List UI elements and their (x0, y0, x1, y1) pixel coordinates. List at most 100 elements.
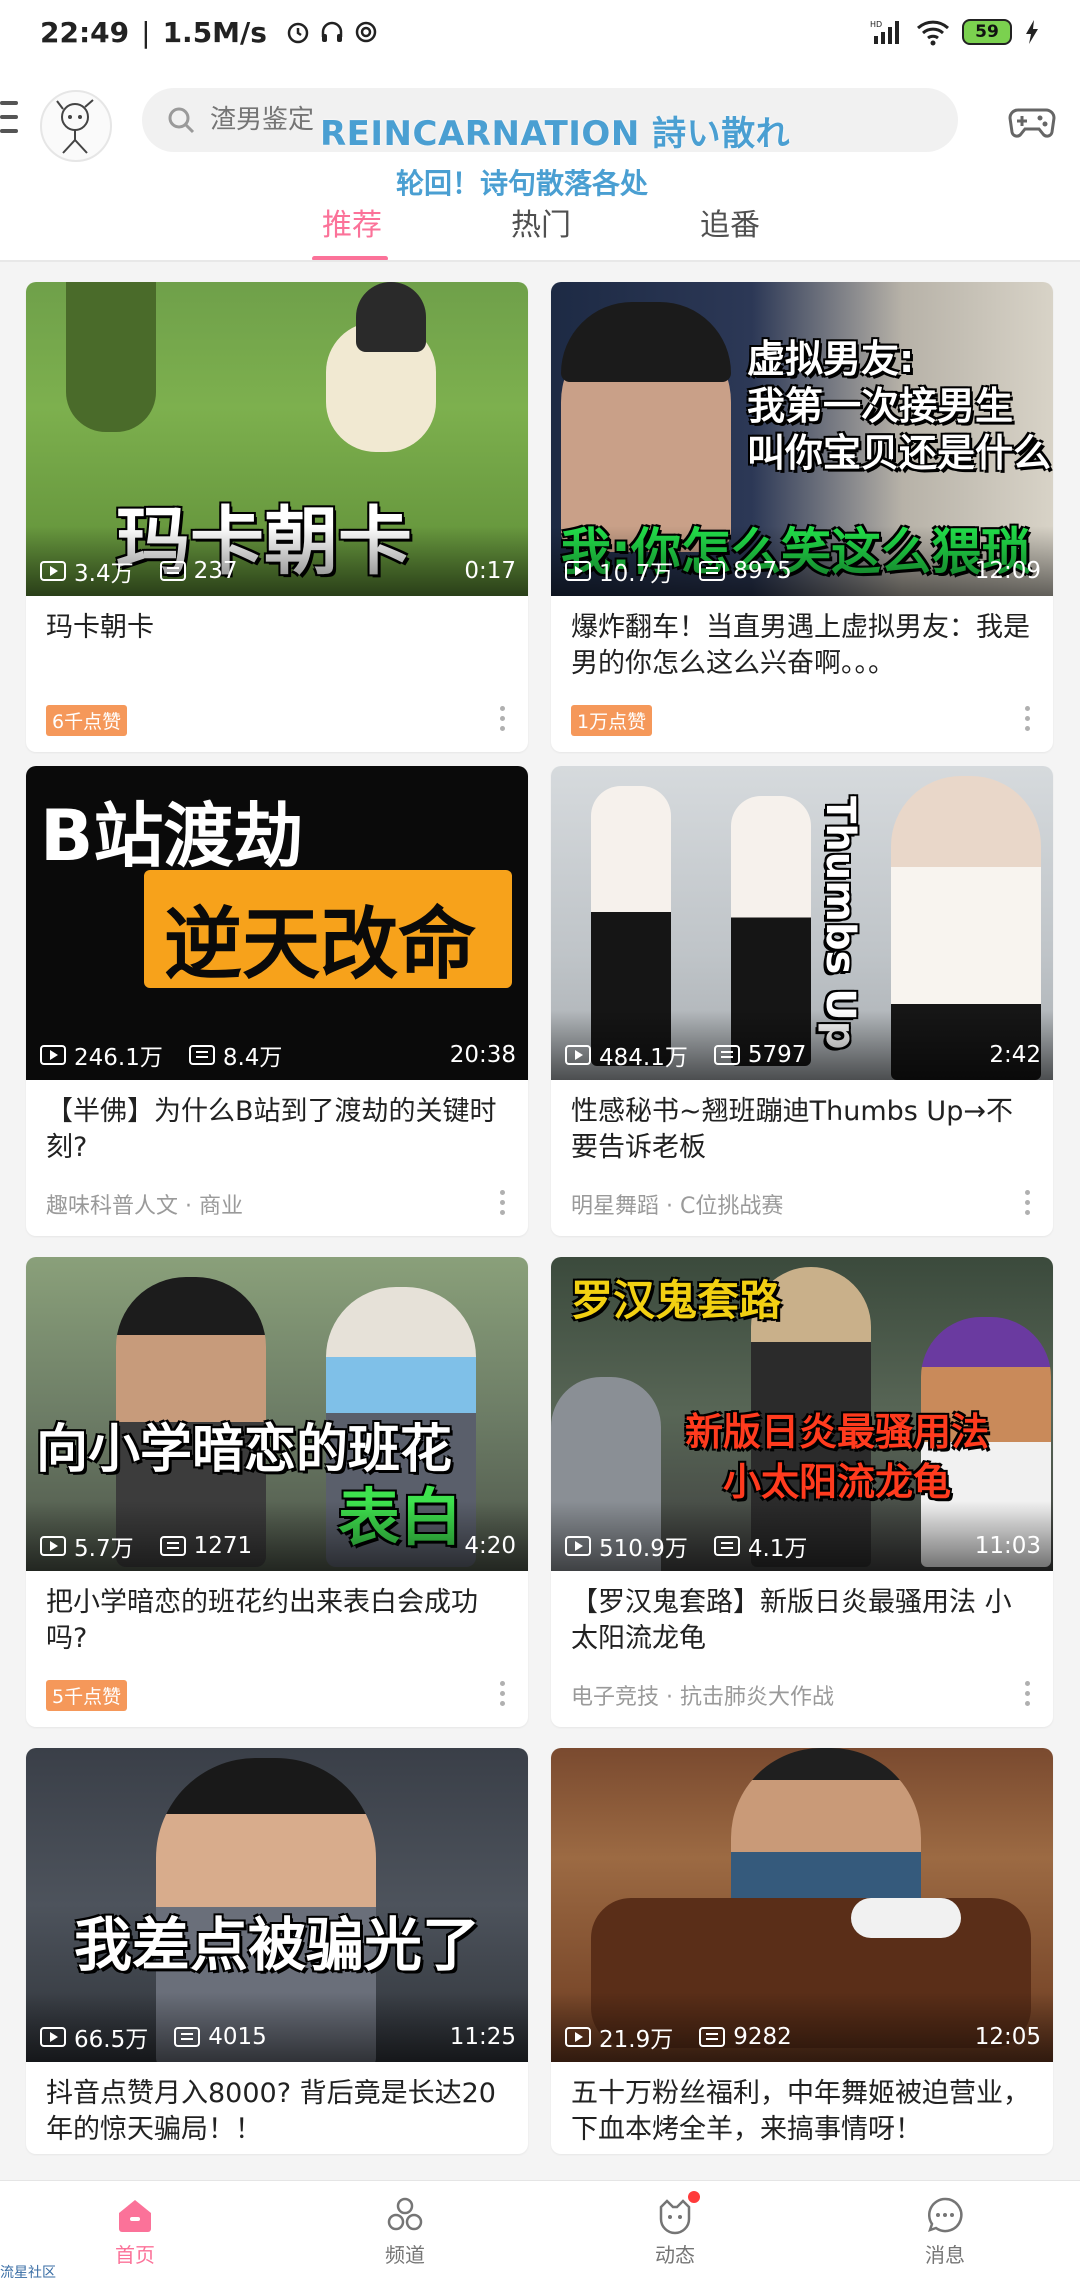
menu-icon[interactable] (0, 101, 20, 135)
video-card[interactable]: 我差点被骗光了 66.5万 4015 11:25 抖音点赞月入8000? 背后竟… (26, 1748, 528, 2154)
video-card[interactable]: 玛卡朝卡 3.4万 237 0:17 玛卡朝卡 6千点赞 (26, 282, 528, 752)
more-options-icon[interactable] (500, 1681, 506, 1709)
video-title[interactable]: 【罗汉鬼套路】新版日炎最骚用法 小太阳流龙龟 (551, 1571, 1053, 1663)
video-category[interactable]: 电子竞技 · 抗击肺炎大作战 (571, 1679, 834, 1711)
thumb-person-hair (561, 302, 731, 382)
video-title[interactable]: 玛卡朝卡 (26, 596, 528, 688)
video-thumbnail[interactable]: 21.9万 9282 12:05 (551, 1748, 1053, 2062)
status-separator: | (141, 15, 151, 49)
thumb-tree (66, 282, 156, 432)
video-thumbnail[interactable]: 我差点被骗光了 66.5万 4015 11:25 (26, 1748, 528, 2062)
video-category[interactable]: 明星舞蹈 · C位挑战赛 (571, 1188, 783, 1220)
video-title[interactable]: 抖音点赞月入8000? 背后竟是长达20年的惊天骗局！！ (26, 2062, 528, 2154)
video-thumbnail[interactable]: Thumbs Up 484.1万 5797 2:42 (551, 766, 1053, 1080)
more-options-icon[interactable] (1025, 1190, 1031, 1218)
like-badge: 1万点赞 (571, 704, 653, 736)
nav-channel[interactable]: 频道 (270, 2181, 540, 2280)
play-count-icon (40, 1045, 66, 1065)
tab-follow-anime[interactable]: 追番 (700, 200, 760, 244)
avatar[interactable] (40, 90, 112, 162)
tab-hot[interactable]: 热门 (511, 200, 571, 244)
nav-message[interactable]: 消息 (810, 2181, 1080, 2280)
tab-recommend[interactable]: 推荐 (322, 200, 382, 244)
danmaku-count: 237 (193, 558, 238, 584)
video-title[interactable]: 把小学暗恋的班花约出来表白会成功吗? (26, 1571, 528, 1663)
nav-message-label: 消息 (925, 2243, 965, 2267)
more-options-icon[interactable] (500, 1190, 506, 1218)
thumb-caption: 罗汉鬼套路 (571, 1276, 782, 1325)
video-title[interactable]: 爆炸翻车！当直男遇上虚拟男友：我是男的你怎么这么兴奋啊。。。 (551, 596, 1053, 688)
card-footer: 明星舞蹈 · C位挑战赛 (551, 1172, 1053, 1236)
danmaku-icon (699, 2027, 726, 2047)
more-options-icon[interactable] (1025, 1681, 1031, 1709)
view-count: 246.1万 (74, 1045, 163, 1071)
video-meta: 484.1万 5797 2:42 (565, 1038, 1041, 1072)
play-count-icon (40, 1536, 66, 1556)
video-thumbnail[interactable]: 玛卡朝卡 3.4万 237 0:17 (26, 282, 528, 596)
video-meta: 246.1万 8.4万 20:38 (40, 1038, 516, 1072)
status-time: 22:49 (40, 15, 130, 49)
video-feed[interactable]: 玛卡朝卡 3.4万 237 0:17 玛卡朝卡 6千点赞 虚拟男友: 我第一次接… (0, 262, 1080, 2182)
video-title[interactable]: 【半佛】为什么B站到了渡劫的关键时刻? (26, 1080, 528, 1172)
danmaku-count: 8975 (733, 558, 792, 584)
card-footer: 电子竞技 · 抗击肺炎大作战 (551, 1663, 1053, 1727)
search-icon (168, 107, 195, 134)
video-card[interactable]: 虚拟男友: 我第一次接男生 叫你宝贝还是什么 我:你怎么笑这么猥琐 10.7万 … (551, 282, 1053, 752)
wifi-icon (916, 20, 950, 46)
watermark: 流星社区 (0, 2265, 56, 2280)
thumb-caption: B站渡劫 (40, 795, 304, 877)
notification-dot (688, 2191, 700, 2203)
video-thumbnail[interactable]: 罗汉鬼套路 新版日炎最骚用法 小太阳流龙龟 510.9万 4.1万 11:03 (551, 1257, 1053, 1571)
video-title[interactable]: 五十万粉丝福利，中年舞姬被迫营业，下血本烤全羊，来搞事情呀！ (551, 2062, 1053, 2154)
video-meta: 21.9万 9282 12:05 (565, 2020, 1041, 2054)
video-title[interactable]: 性感秘书~翘班蹦迪Thumbs Up→不要告诉老板 (551, 1080, 1053, 1172)
danmaku-icon (188, 1045, 215, 1065)
view-count: 3.4万 (74, 561, 134, 587)
thumb-person (731, 1748, 921, 1908)
danmaku-count: 5797 (747, 1042, 807, 1068)
video-thumbnail[interactable]: 向小学暗恋的班花 表白 5.7万 1271 4:20 (26, 1257, 528, 1571)
view-count: 484.1万 (599, 1045, 688, 1071)
like-badge: 5千点赞 (46, 1679, 128, 1711)
video-card[interactable]: B站渡劫 逆天改命 246.1万 8.4万 20:38 【半佛】为什么B站到了渡… (26, 766, 528, 1236)
play-count-icon (40, 561, 66, 581)
play-count-icon (565, 2027, 591, 2047)
status-speed: 1.5M/s (162, 15, 267, 49)
view-count: 10.7万 (599, 561, 674, 587)
danmaku-count: 1271 (193, 1533, 253, 1559)
video-thumbnail[interactable]: 虚拟男友: 我第一次接男生 叫你宝贝还是什么 我:你怎么笑这么猥琐 10.7万 … (551, 282, 1053, 596)
nav-dynamic-label: 动态 (655, 2243, 695, 2267)
view-count: 21.9万 (599, 2027, 674, 2053)
video-card[interactable]: 21.9万 9282 12:05 五十万粉丝福利，中年舞姬被迫营业，下血本烤全羊… (551, 1748, 1053, 2154)
signal-icon: HD (870, 20, 899, 44)
video-meta: 3.4万 237 0:17 (40, 554, 516, 588)
charging-icon (1026, 20, 1038, 44)
card-footer: 趣味科普人文 · 商业 (26, 1172, 528, 1236)
game-center-icon[interactable] (1008, 98, 1056, 146)
more-options-icon[interactable] (1025, 706, 1031, 734)
danmaku-count: 4015 (208, 2024, 267, 2050)
thumb-character-hair (356, 282, 426, 352)
tab-bar: 推荐 热门 追番 (0, 200, 1080, 260)
video-duration: 20:38 (449, 1042, 516, 1068)
nav-dynamic[interactable]: 动态 (540, 2181, 810, 2280)
video-card[interactable]: 罗汉鬼套路 新版日炎最骚用法 小太阳流龙龟 510.9万 4.1万 11:03 … (551, 1257, 1053, 1727)
card-footer: 5千点赞 (26, 1663, 528, 1727)
like-badge: 6千点赞 (46, 704, 128, 736)
status-icons-left (285, 19, 379, 45)
message-icon (927, 2197, 963, 2233)
danmaku-count: 4.1万 (747, 1536, 808, 1562)
video-card[interactable]: 向小学暗恋的班花 表白 5.7万 1271 4:20 把小学暗恋的班花约出来表白… (26, 1257, 528, 1727)
video-card[interactable]: Thumbs Up 484.1万 5797 2:42 性感秘书~翘班蹦迪Thum… (551, 766, 1053, 1236)
overlay-title-cn: 轮回！诗句散落各处 (396, 167, 649, 200)
video-thumbnail[interactable]: B站渡劫 逆天改命 246.1万 8.4万 20:38 (26, 766, 528, 1080)
thumb-plate (851, 1898, 961, 1938)
danmaku-icon (174, 2027, 201, 2047)
nav-home-label: 首页 (115, 2243, 155, 2267)
video-duration: 11:25 (449, 2024, 516, 2050)
play-count-icon (565, 1045, 591, 1065)
danmaku-count: 8.4万 (222, 1045, 283, 1071)
video-category[interactable]: 趣味科普人文 · 商业 (46, 1188, 243, 1220)
status-bar: 22:49 | 1.5M/s HD 59 (0, 0, 1080, 64)
more-options-icon[interactable] (500, 706, 506, 734)
